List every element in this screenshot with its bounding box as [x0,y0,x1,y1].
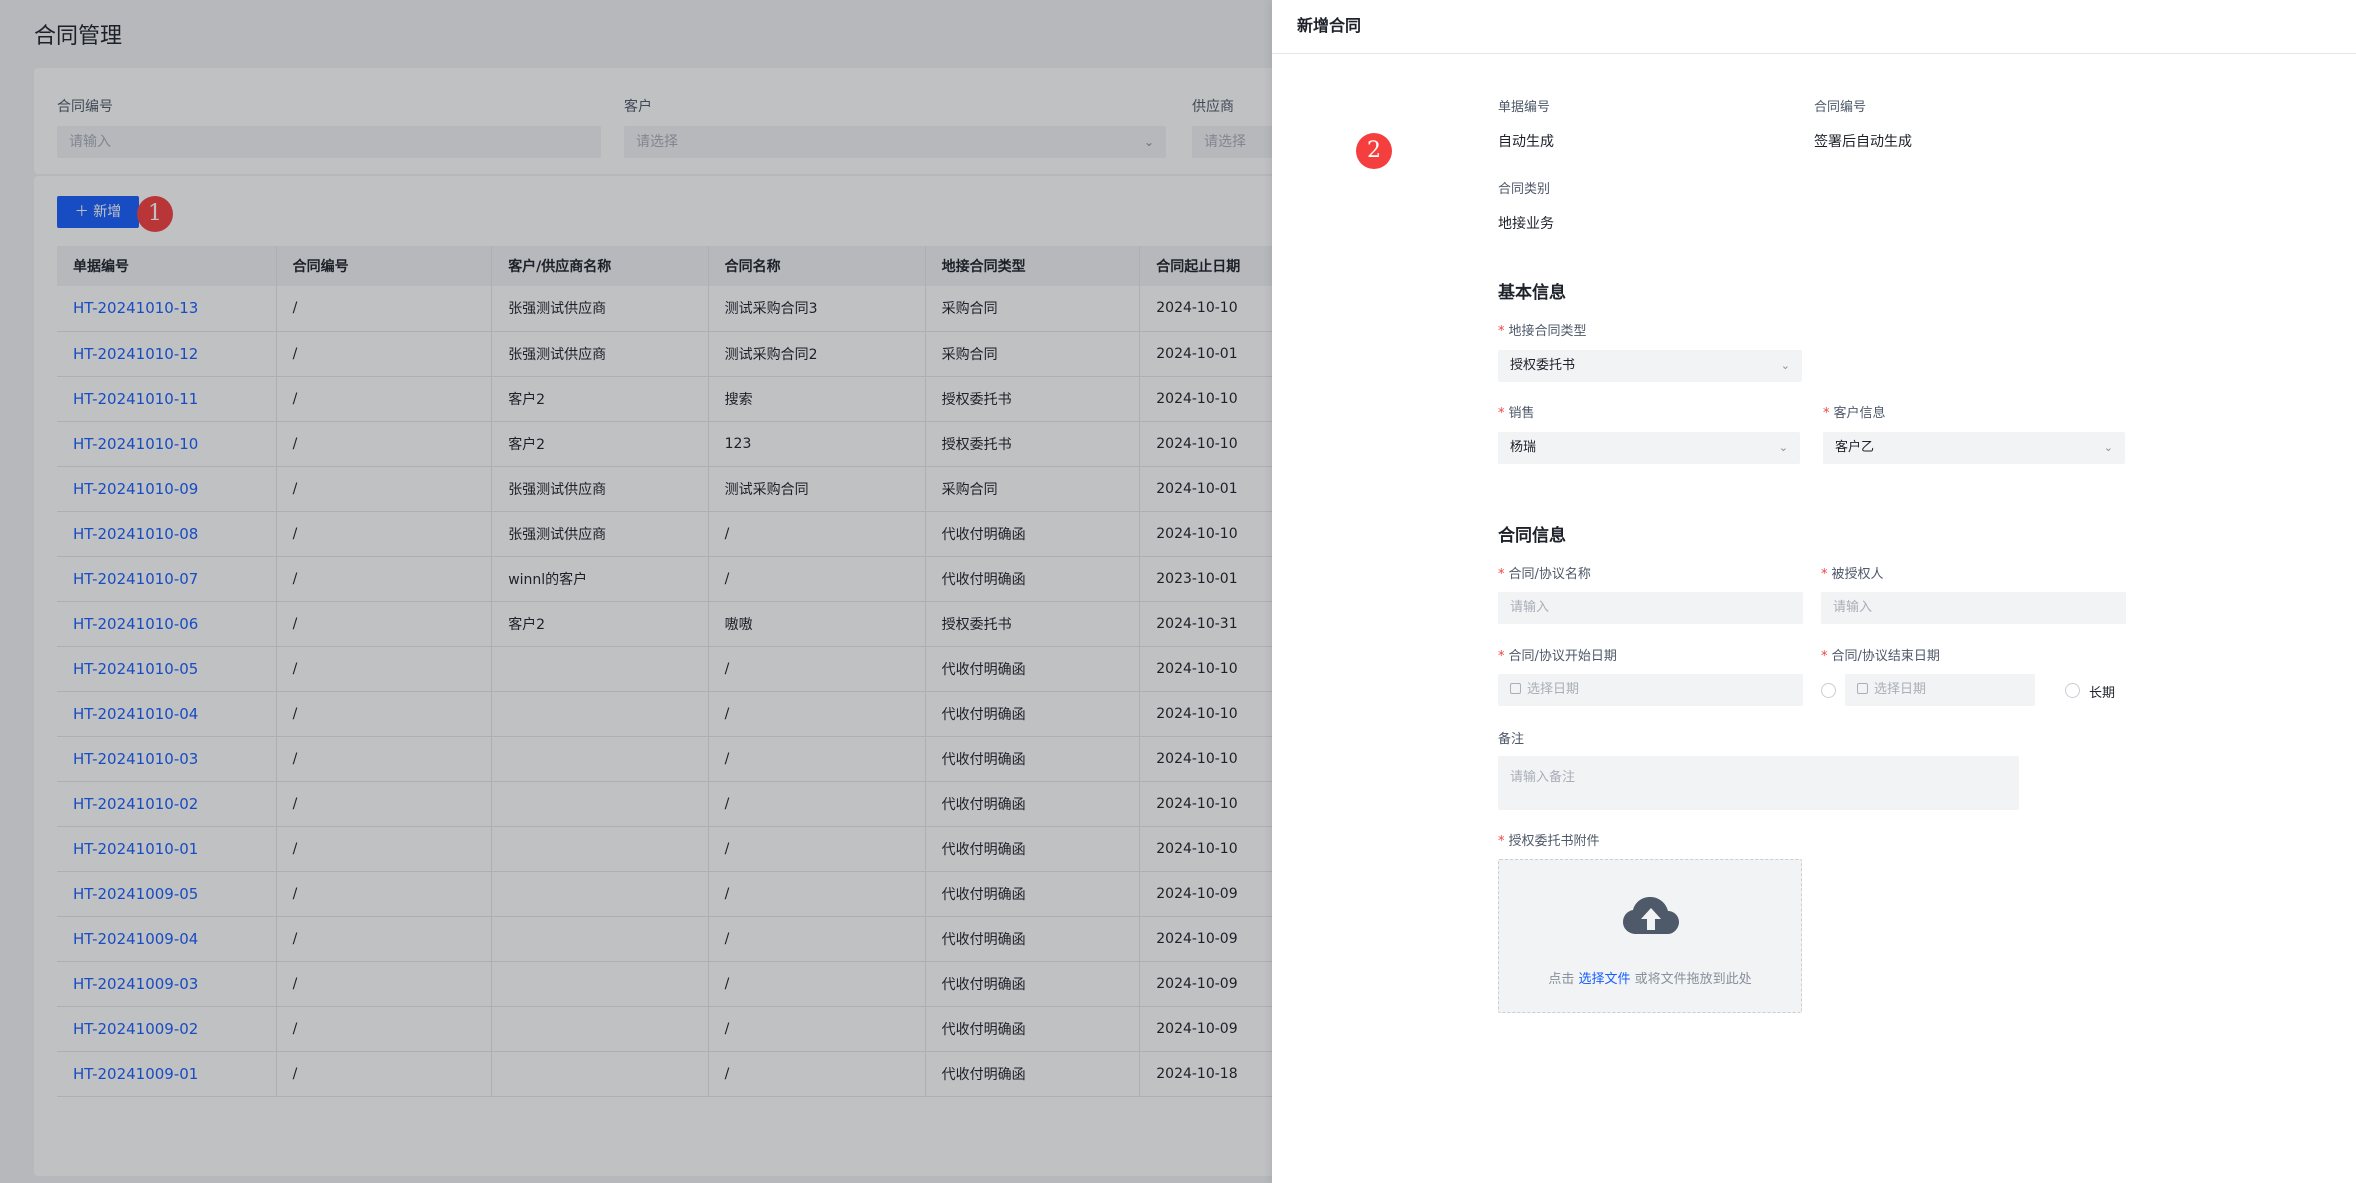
attachment-upload-area[interactable]: 点击 选择文件 或将文件拖放到此处 [1498,859,1802,1013]
upload-hint: 点击 选择文件 或将文件拖放到此处 [1499,968,1801,987]
grantee-input[interactable]: 请输入 [1821,592,2126,624]
required-mark: * [1823,406,1830,421]
long-term-radio[interactable] [2065,683,2080,698]
customer-info-select[interactable]: 客户乙 ⌄ [1823,432,2125,464]
upload-hint-prefix: 点击 [1548,972,1579,987]
agreement-name-label: * 合同/协议名称 [1498,563,1591,582]
upload-hint-suffix: 或将文件拖放到此处 [1630,972,1752,987]
step-badge-2: 2 [1356,133,1392,169]
label-text: 销售 [1508,406,1535,421]
required-mark: * [1821,567,1828,582]
doc-no-value: 自动生成 [1498,134,1554,150]
long-term-label[interactable]: 长期 [2089,682,2115,701]
end-date-picker[interactable]: 选择日期 [1845,674,2035,706]
add-contract-drawer: 新增合同 2 单据编号 自动生成 合同编号 签署后自动生成 合同类别 地接业务 … [1272,0,2356,1183]
doc-no-label: 单据编号 [1498,100,1551,115]
remark-label: 备注 [1498,732,1525,747]
label-text: 客户信息 [1833,406,1886,421]
chevron-down-icon: ⌄ [2103,441,2113,454]
label-text: 地接合同类型 [1508,324,1587,339]
contract-info-title: 合同信息 [1498,526,1566,546]
sales-select[interactable]: 杨瑞 ⌄ [1498,432,1800,464]
calendar-icon [1857,683,1868,694]
grantee-label: * 被授权人 [1821,563,1884,582]
contract-type-select[interactable]: 授权委托书 ⌄ [1498,350,1802,382]
category-value: 地接业务 [1498,216,1554,232]
label-text: 合同/协议开始日期 [1508,649,1617,664]
required-mark: * [1498,649,1505,664]
cloud-upload-icon [1623,897,1679,934]
required-mark: * [1498,406,1505,421]
sales-label: * 销售 [1498,402,1535,421]
drawer-title: 新增合同 [1272,0,2356,54]
contract-type-label: * 地接合同类型 [1498,320,1587,339]
end-date-label: * 合同/协议结束日期 [1821,645,1940,664]
calendar-icon [1510,683,1521,694]
selected-value: 授权委托书 [1510,358,1576,373]
agreement-name-input[interactable]: 请输入 [1498,592,1803,624]
required-mark: * [1821,649,1828,664]
selected-value: 杨瑞 [1510,440,1537,455]
label-text: 授权委托书附件 [1508,834,1600,849]
label-text: 合同/协议名称 [1508,567,1591,582]
customer-info-label: * 客户信息 [1823,402,1886,421]
end-date-radio[interactable] [1821,683,1836,698]
contract-no-value: 签署后自动生成 [1814,134,1912,150]
basic-info-title: 基本信息 [1498,283,1566,303]
selected-value: 客户乙 [1835,440,1875,455]
contract-no-label: 合同编号 [1814,100,1867,115]
chevron-down-icon: ⌄ [1780,359,1790,372]
start-date-picker[interactable]: 选择日期 [1498,674,1803,706]
chevron-down-icon: ⌄ [1778,441,1788,454]
select-file-link[interactable]: 选择文件 [1578,972,1630,987]
required-mark: * [1498,567,1505,582]
placeholder: 选择日期 [1527,682,1580,697]
required-mark: * [1498,324,1505,339]
label-text: 被授权人 [1831,567,1884,582]
start-date-label: * 合同/协议开始日期 [1498,645,1617,664]
required-mark: * [1498,834,1505,849]
attachment-label: * 授权委托书附件 [1498,830,1600,849]
category-label: 合同类别 [1498,182,1551,197]
label-text: 合同/协议结束日期 [1831,649,1940,664]
placeholder: 选择日期 [1874,682,1927,697]
remark-textarea[interactable]: 请输入备注 [1498,756,2019,810]
